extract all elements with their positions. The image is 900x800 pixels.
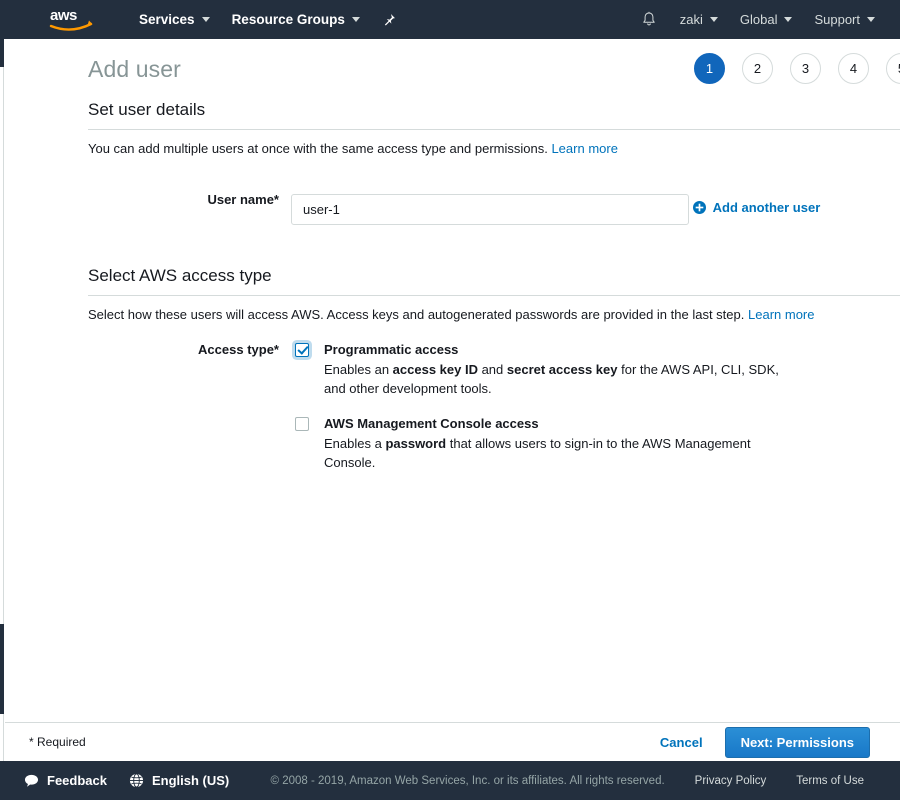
access-type-row: Access type* Programmatic access Enables… bbox=[88, 342, 900, 472]
chevron-down-icon bbox=[784, 17, 793, 22]
next-permissions-button[interactable]: Next: Permissions bbox=[724, 726, 870, 758]
feedback-label: Feedback bbox=[47, 773, 107, 788]
add-another-user-button[interactable]: Add another user bbox=[692, 200, 821, 215]
main-content: Set user details You can add multiple us… bbox=[0, 100, 900, 472]
notifications-button[interactable] bbox=[629, 0, 669, 39]
action-bar-buttons: Cancel Next: Permissions bbox=[660, 726, 870, 758]
step-4[interactable]: 4 bbox=[838, 53, 869, 84]
access-type-options: Programmatic access Enables an access ke… bbox=[291, 342, 900, 472]
nav-support-label: Support bbox=[814, 12, 860, 27]
nav-resource-groups-menu[interactable]: Resource Groups bbox=[221, 0, 371, 39]
set-user-details-description-text: You can add multiple users at once with … bbox=[88, 141, 548, 156]
access-type-title: Select AWS access type bbox=[88, 266, 272, 285]
username-field-group: Add another user bbox=[291, 185, 900, 225]
terms-of-use-link[interactable]: Terms of Use bbox=[796, 775, 864, 787]
option-programmatic-access: Programmatic access Enables an access ke… bbox=[291, 342, 900, 399]
chevron-down-icon bbox=[201, 17, 210, 22]
globe-icon bbox=[129, 773, 144, 788]
access-type-section: Select AWS access type Select how these … bbox=[88, 266, 900, 472]
programmatic-access-title[interactable]: Programmatic access bbox=[324, 342, 794, 357]
cancel-button[interactable]: Cancel bbox=[660, 735, 703, 750]
option-console-access: AWS Management Console access Enables a … bbox=[291, 416, 900, 473]
nav-region-menu[interactable]: Global bbox=[729, 0, 804, 39]
set-user-details-title: Set user details bbox=[88, 100, 206, 119]
desc-bold-1: access key ID bbox=[392, 362, 478, 377]
step-4-number: 4 bbox=[849, 61, 858, 76]
action-bar: * Required Cancel Next: Permissions bbox=[5, 722, 900, 761]
nav-resource-groups-label: Resource Groups bbox=[231, 12, 345, 27]
pushpin-button[interactable] bbox=[371, 0, 407, 39]
desc-part-1: Enables a bbox=[324, 435, 386, 451]
page-header: Add user 1 2 3 4 5 bbox=[0, 39, 900, 100]
nav-account-menu[interactable]: zaki bbox=[669, 0, 729, 39]
nav-left-group: aws Services Resource Groups bbox=[0, 0, 407, 39]
step-2[interactable]: 2 bbox=[742, 53, 773, 84]
speech-bubble-icon bbox=[24, 774, 39, 787]
nav-region-label: Global bbox=[739, 12, 778, 27]
nav-services-label: Services bbox=[139, 12, 195, 27]
top-navigation-bar: aws Services Resource Groups zaki Global… bbox=[0, 0, 900, 39]
nav-right-group: zaki Global Support bbox=[629, 0, 900, 39]
step-2-number: 2 bbox=[753, 61, 762, 76]
footer-left-group: Feedback English (US) bbox=[14, 773, 229, 788]
rail-segment-top bbox=[0, 39, 4, 67]
svg-text:aws: aws bbox=[50, 7, 77, 24]
username-input[interactable] bbox=[291, 194, 689, 225]
chevron-down-icon bbox=[709, 17, 718, 22]
step-1[interactable]: 1 bbox=[694, 53, 725, 84]
step-indicator: 1 2 3 4 5 bbox=[694, 53, 900, 84]
collapsed-sidebar-rail[interactable] bbox=[0, 39, 4, 761]
access-type-learn-more-link[interactable]: Learn more bbox=[748, 307, 814, 322]
desc-bold-1: password bbox=[385, 435, 447, 451]
access-type-description: Select how these users will access AWS. … bbox=[88, 296, 900, 322]
rail-segment-bottom bbox=[0, 624, 4, 714]
chevron-down-icon bbox=[867, 17, 875, 22]
step-3[interactable]: 3 bbox=[790, 53, 821, 84]
language-label: English (US) bbox=[151, 773, 230, 788]
username-label: User name* bbox=[207, 192, 279, 207]
desc-bold-2: secret access key bbox=[506, 362, 618, 377]
feedback-button[interactable]: Feedback bbox=[24, 773, 107, 788]
privacy-policy-link[interactable]: Privacy Policy bbox=[695, 775, 767, 787]
user-details-learn-more-link[interactable]: Learn more bbox=[551, 141, 617, 156]
add-another-user-label: Add another user bbox=[712, 200, 821, 215]
plus-circle-icon bbox=[692, 201, 706, 214]
page-title: Add user bbox=[88, 56, 181, 82]
programmatic-access-body: Programmatic access Enables an access ke… bbox=[313, 342, 794, 399]
footer-right-group: © 2008 - 2019, Amazon Web Services, Inc.… bbox=[271, 775, 886, 787]
access-type-description-text: Select how these users will access AWS. … bbox=[88, 307, 745, 322]
console-access-description: Enables a password that allows users to … bbox=[324, 435, 794, 473]
aws-logo[interactable]: aws bbox=[48, 6, 96, 34]
console-access-checkbox[interactable] bbox=[295, 416, 309, 431]
nav-services-menu[interactable]: Services bbox=[128, 0, 221, 39]
step-1-number: 1 bbox=[705, 61, 714, 76]
copyright-text: © 2008 - 2019, Amazon Web Services, Inc.… bbox=[270, 774, 665, 787]
username-form-row: User name* Add another user bbox=[88, 185, 900, 225]
step-3-number: 3 bbox=[801, 61, 810, 76]
nav-account-label: zaki bbox=[679, 12, 703, 27]
access-type-label: Access type* bbox=[198, 342, 279, 357]
console-access-body: AWS Management Console access Enables a … bbox=[313, 416, 794, 473]
programmatic-access-checkbox[interactable] bbox=[295, 343, 309, 357]
bell-icon bbox=[643, 11, 655, 26]
page-footer: Feedback English (US) © 2008 - 2019, Ama… bbox=[0, 761, 900, 800]
required-note: * Required bbox=[29, 735, 86, 749]
programmatic-access-description: Enables an access key ID and secret acce… bbox=[324, 361, 794, 399]
nav-support-menu[interactable]: Support bbox=[803, 0, 886, 39]
programmatic-access-checkbox-wrap bbox=[291, 342, 313, 357]
console-access-checkbox-wrap bbox=[291, 416, 313, 431]
pushpin-icon bbox=[384, 13, 395, 26]
console-access-title[interactable]: AWS Management Console access bbox=[324, 416, 794, 431]
desc-part-2: and bbox=[477, 362, 507, 377]
set-user-details-description: You can add multiple users at once with … bbox=[88, 130, 900, 156]
language-selector[interactable]: English (US) bbox=[129, 773, 229, 788]
desc-part-1: Enables an bbox=[324, 362, 393, 377]
chevron-down-icon bbox=[351, 17, 360, 22]
step-5[interactable]: 5 bbox=[886, 53, 900, 84]
set-user-details-section: Set user details You can add multiple us… bbox=[88, 100, 900, 225]
